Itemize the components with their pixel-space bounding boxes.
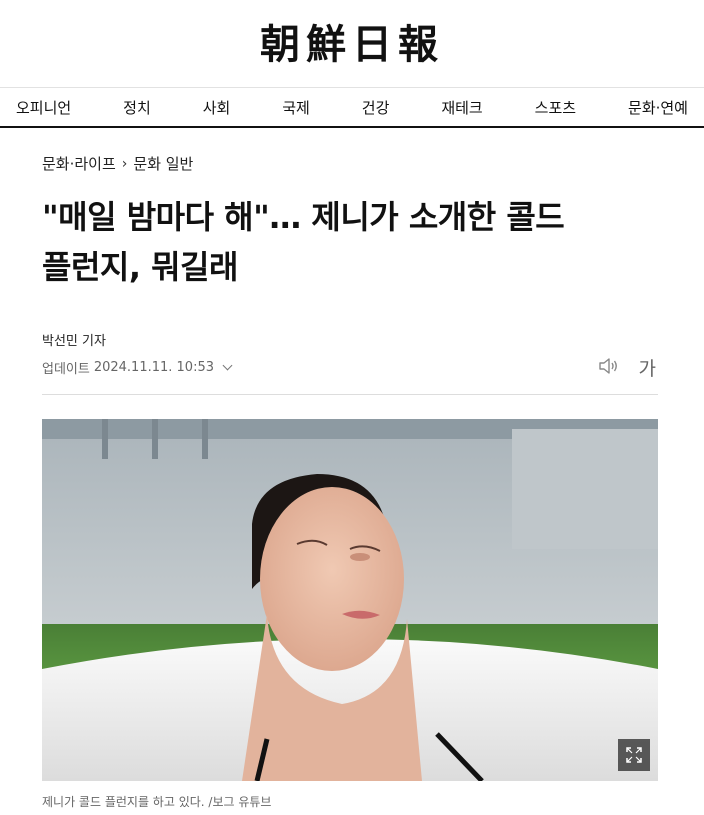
nav-item-politics[interactable]: 정치	[123, 97, 151, 118]
updated-label: 업데이트	[42, 362, 90, 377]
article-headline: "매일 밤마다 해"… 제니가 소개한 콜드 플런지, 뭐길래	[42, 192, 662, 292]
updated-timestamp[interactable]: 업데이트 2024.11.11. 10:53	[42, 358, 233, 377]
site-logo[interactable]: 朝鮮日報	[260, 12, 444, 70]
expand-icon	[626, 747, 642, 763]
chevron-right-icon: ›	[121, 155, 128, 172]
header-divider	[42, 394, 658, 395]
main-nav: 오피니언 정치 사회 국제 건강 재테크 스포츠 문화·연예	[0, 88, 704, 128]
breadcrumb-section[interactable]: 문화·라이프	[42, 153, 116, 174]
nav-item-health[interactable]: 건강	[362, 97, 390, 118]
breadcrumb: 문화·라이프 › 문화 일반	[42, 153, 193, 174]
chevron-down-icon	[222, 360, 233, 371]
article-photo	[42, 419, 658, 781]
nav-item-international[interactable]: 국제	[282, 97, 310, 118]
listen-button[interactable]	[597, 356, 619, 379]
photo-illustration	[42, 419, 658, 781]
breadcrumb-subsection[interactable]: 문화 일반	[133, 153, 193, 174]
nav-item-sports[interactable]: 스포츠	[535, 97, 576, 118]
author-byline[interactable]: 박선민 기자	[42, 330, 106, 349]
nav-item-opinion[interactable]: 오피니언	[16, 97, 71, 118]
photo-caption: 제니가 콜드 플런지를 하고 있다. /보그 유튜브	[42, 795, 272, 809]
speaker-icon	[598, 358, 617, 374]
updated-time: 2024.11.11. 10:53	[93, 360, 215, 375]
nav-item-culture-entertainment[interactable]: 문화·연예	[628, 97, 688, 118]
masthead: 朝鮮日報	[0, 0, 704, 88]
expand-image-button[interactable]	[618, 739, 650, 771]
nav-item-society[interactable]: 사회	[203, 97, 231, 118]
headline-line-2: 플런지, 뭐길래	[42, 248, 238, 286]
font-size-button[interactable]: 가	[639, 354, 656, 381]
headline-line-1: "매일 밤마다 해"… 제니가 소개한 콜드	[42, 198, 565, 236]
nav-item-finance[interactable]: 재테크	[441, 97, 482, 118]
article-tools: 가	[597, 354, 656, 381]
